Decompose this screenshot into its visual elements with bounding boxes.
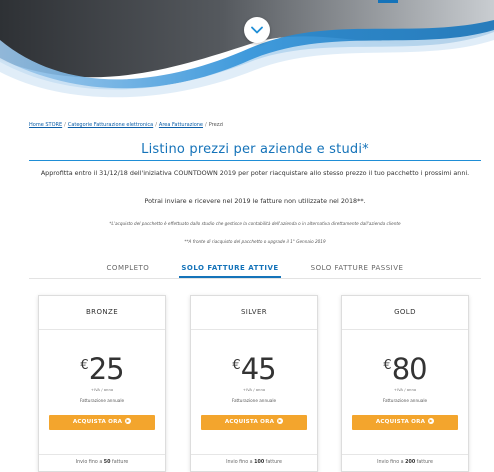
feature-prefix: Invio fino a (226, 460, 255, 465)
chevron-down-icon (251, 26, 263, 34)
tab-solo-fatture-passive[interactable]: SOLO FATTURE PASSIVE (309, 264, 406, 278)
plan-card-gold: GOLD €80 +IVA / anno Fatturazione annual… (341, 295, 469, 472)
billing-period: Fatturazione annuale (79, 398, 125, 403)
feature-suffix: fatture (110, 460, 129, 465)
page-title: Listino prezzi per aziende e studi* (29, 142, 481, 161)
breadcrumb-separator: / (64, 122, 66, 128)
billing-period: Fatturazione annuale (231, 398, 277, 403)
price-tax-note: +IVA / anno (242, 387, 266, 392)
currency-symbol: € (80, 358, 89, 373)
currency-symbol: € (232, 358, 241, 373)
plan-card-bronze: BRONZE €25 +IVA / anno Fatturazione annu… (38, 295, 166, 472)
arrow-right-icon: ▶ (125, 417, 132, 424)
tab-completo[interactable]: COMPLETO (105, 264, 152, 278)
breadcrumb-area[interactable]: Area Fatturazione (159, 122, 203, 128)
price-tax-note: +IVA / anno (393, 387, 417, 392)
buy-now-button[interactable]: ACQUISTA ORA ▶ (201, 415, 307, 430)
buy-now-label: ACQUISTA ORA (375, 419, 426, 425)
feature-suffix: fatture (415, 460, 433, 465)
scroll-down-button[interactable] (244, 17, 270, 43)
buy-now-button[interactable]: ACQUISTA ORA ▶ (49, 415, 155, 430)
currency-symbol: € (383, 358, 392, 373)
feature-prefix: Invio fino a (377, 460, 406, 465)
pricing-plans: BRONZE €25 +IVA / anno Fatturazione annu… (0, 295, 494, 472)
promo-text: Approfitta entro il 31/12/18 dell'inizia… (40, 169, 470, 177)
arrow-right-icon: ▶ (277, 417, 284, 424)
price-amount: 25 (88, 352, 125, 386)
hero-wave-graphic (0, 0, 494, 120)
plan-name: GOLD (342, 296, 468, 330)
buy-now-label: ACQUISTA ORA (72, 419, 123, 425)
price-tax-note: +IVA / anno (90, 387, 114, 392)
plan-feature: Invio fino a 200 fatture (342, 454, 468, 465)
tab-solo-fatture-attive[interactable]: SOLO FATTURE ATTIVE (179, 264, 281, 278)
footnote-renewal: **A fronte di riacquisto del pacchetto o… (184, 239, 326, 244)
breadcrumb-home[interactable]: Home STORE (29, 122, 62, 128)
feature-quantity: 200 (405, 460, 416, 465)
price-amount: 45 (240, 352, 277, 386)
feature-prefix: Invio fino a (75, 460, 104, 465)
plan-name: BRONZE (39, 296, 165, 330)
breadcrumb-separator: / (155, 122, 157, 128)
plan-price: €25 (39, 352, 165, 386)
plan-price: €80 (342, 352, 468, 386)
plan-feature: Invio fino a 50 fatture (39, 454, 165, 465)
feature-quantity: 100 (254, 460, 265, 465)
billing-period: Fatturazione annuale (382, 398, 428, 403)
plan-card-silver: SILVER €45 +IVA / anno Fatturazione annu… (190, 295, 318, 472)
promo-text-secondary: Potrai inviare e ricevere nel 2019 le fa… (144, 197, 366, 205)
feature-suffix: fatture (264, 460, 282, 465)
price-amount: 80 (391, 352, 428, 386)
breadcrumb-separator: / (205, 122, 207, 128)
arrow-right-icon: ▶ (428, 417, 435, 424)
plan-type-tabs: COMPLETO SOLO FATTURE ATTIVE SOLO FATTUR… (29, 264, 481, 279)
plan-price: €45 (191, 352, 317, 386)
footnote-purchase: *L'acquisto del pacchetto è effettuato d… (109, 221, 401, 226)
hero-banner (0, 0, 494, 120)
buy-now-label: ACQUISTA ORA (224, 419, 275, 425)
plan-name: SILVER (191, 296, 317, 330)
plan-feature: Invio fino a 100 fatture (191, 454, 317, 465)
breadcrumb-current: Prezzi (208, 122, 224, 128)
buy-now-button[interactable]: ACQUISTA ORA ▶ (352, 415, 458, 430)
breadcrumb-categories[interactable]: Categorie Fatturazione elettronica (68, 122, 153, 128)
breadcrumb: Home STORE / Categorie Fatturazione elettr… (29, 122, 223, 128)
